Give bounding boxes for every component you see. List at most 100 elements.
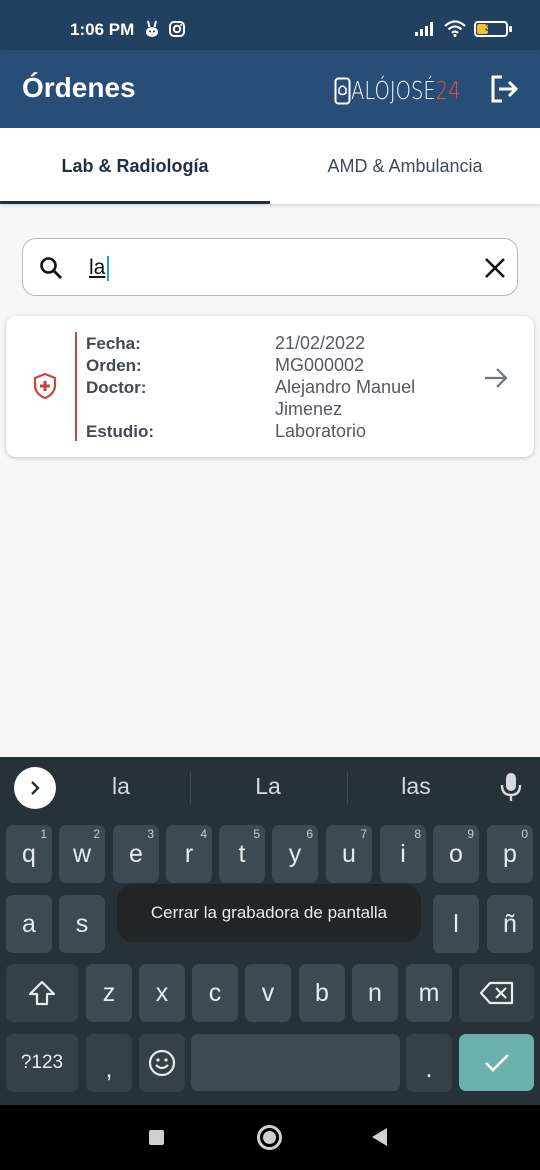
tab-lab-radiologia[interactable]: Lab & Radiología	[0, 128, 270, 204]
key-hint: 7	[360, 827, 367, 841]
search-input[interactable]	[89, 253, 449, 283]
medical-shield-icon	[33, 372, 57, 400]
key-q[interactable]: 1q	[6, 825, 52, 883]
search-box	[22, 238, 518, 296]
key-letter: q	[22, 839, 36, 868]
key-hint: 8	[414, 827, 421, 841]
suggestion-2[interactable]: La	[193, 773, 343, 800]
card-divider	[75, 332, 77, 441]
suggestion-1[interactable]: la	[46, 773, 196, 800]
key-c[interactable]: c	[192, 964, 238, 1022]
space-key[interactable]	[191, 1034, 400, 1091]
clear-icon[interactable]	[484, 257, 506, 279]
key-hint: 9	[467, 827, 474, 841]
key-hint: 4	[200, 827, 207, 841]
status-bar: 1:06 PM 35	[0, 0, 540, 50]
logout-icon[interactable]	[489, 74, 519, 104]
phone-logo-icon	[334, 77, 351, 104]
order-card[interactable]: Fecha: Orden: Doctor: Estudio: 21/02/202…	[6, 316, 534, 457]
arrow-right-icon[interactable]	[483, 366, 509, 390]
key-letter: i	[400, 839, 406, 868]
doctor-value-line1: Alejandro Manuel	[275, 377, 416, 397]
key-letter: r	[184, 839, 194, 868]
backspace-key[interactable]	[459, 964, 534, 1022]
key-letter: t	[238, 839, 246, 868]
back-button[interactable]	[372, 1128, 387, 1146]
key-hint: 1	[40, 827, 47, 841]
key-letter: w	[72, 839, 92, 868]
suggestion-3[interactable]: las	[341, 773, 491, 800]
orden-value: MG000002	[275, 355, 365, 375]
tab-amd-ambulancia[interactable]: AMD & Ambulancia	[270, 128, 540, 204]
brand-text: ALÓJOSÉ24	[351, 76, 461, 105]
estudio-value: Laboratorio	[275, 421, 367, 441]
key-w[interactable]: 2w	[59, 825, 105, 883]
brand-logo: ALÓJOSÉ24	[334, 76, 491, 105]
key-b[interactable]: b	[299, 964, 345, 1022]
period-key[interactable]: .	[406, 1034, 452, 1092]
emoji-key[interactable]	[139, 1034, 185, 1092]
doctor-value-line2: Jimenez	[275, 399, 343, 419]
key-letter: e	[129, 839, 143, 868]
status-indicators: 35	[414, 20, 512, 37]
chevron-right-icon	[31, 781, 40, 795]
orden-label: Orden:	[86, 356, 142, 375]
backspace-icon	[479, 981, 513, 1005]
key-e[interactable]: 3e	[113, 825, 159, 883]
recents-button[interactable]	[149, 1130, 164, 1145]
key-hint: 3	[147, 827, 154, 841]
estudio-label: Estudio:	[86, 422, 154, 441]
key-v[interactable]: v	[245, 964, 291, 1022]
enter-key[interactable]	[459, 1034, 534, 1091]
page-title: Órdenes	[22, 72, 136, 103]
fecha-value: 21/02/2022	[275, 333, 366, 353]
check-icon	[484, 1053, 509, 1072]
doctor-label: Doctor:	[86, 378, 147, 397]
key-hint: 5	[253, 827, 260, 841]
key-n[interactable]: n	[352, 964, 398, 1022]
key-x[interactable]: x	[139, 964, 185, 1022]
key-s[interactable]: s	[59, 895, 105, 953]
key-m[interactable]: m	[406, 964, 452, 1022]
wifi-icon	[444, 20, 466, 37]
status-time: 1:06 PM	[70, 20, 135, 39]
instagram-icon	[169, 21, 185, 37]
key-z[interactable]: z	[86, 964, 132, 1022]
key-letter: u	[342, 839, 356, 868]
shift-key[interactable]	[6, 964, 78, 1022]
key-y[interactable]: 6y	[272, 825, 318, 883]
key-hint: 6	[306, 827, 313, 841]
key-a[interactable]: a	[6, 895, 52, 953]
key-l[interactable]: l	[433, 895, 479, 953]
tab-bar: Lab & Radiología AMD & Ambulancia	[0, 128, 540, 204]
microphone-icon[interactable]	[500, 772, 522, 802]
key-r[interactable]: 4r	[166, 825, 212, 883]
key-hint: 2	[93, 827, 100, 841]
toast-message: Cerrar la grabadora de pantalla	[117, 884, 421, 942]
bunny-icon	[146, 20, 158, 37]
fecha-label: Fecha:	[86, 334, 141, 353]
home-button[interactable]	[257, 1125, 282, 1150]
signal-icon	[415, 21, 433, 36]
tab-indicator	[0, 201, 270, 204]
key-hint: 0	[521, 827, 528, 841]
key-letter: o	[449, 839, 463, 868]
app-bar: Órdenes ALÓJOSÉ24	[0, 50, 540, 128]
search-icon	[40, 257, 62, 279]
key-n-tilde[interactable]: ñ	[487, 895, 533, 953]
key-t[interactable]: 5t	[219, 825, 265, 883]
key-p[interactable]: 0p	[487, 825, 533, 883]
key-u[interactable]: 7u	[326, 825, 372, 883]
battery-level: 35	[484, 21, 498, 34]
key-i[interactable]: 8i	[380, 825, 426, 883]
shift-icon	[28, 980, 56, 1006]
key-o[interactable]: 9o	[433, 825, 479, 883]
emoji-icon	[148, 1049, 176, 1077]
symbols-key[interactable]: ?123	[6, 1034, 78, 1092]
key-letter: p	[503, 839, 517, 868]
text-caret	[107, 256, 109, 281]
key-letter: y	[288, 839, 302, 868]
comma-key[interactable]: ,	[86, 1034, 132, 1092]
battery-icon: 35	[474, 20, 512, 37]
system-nav-bar	[0, 1105, 540, 1170]
